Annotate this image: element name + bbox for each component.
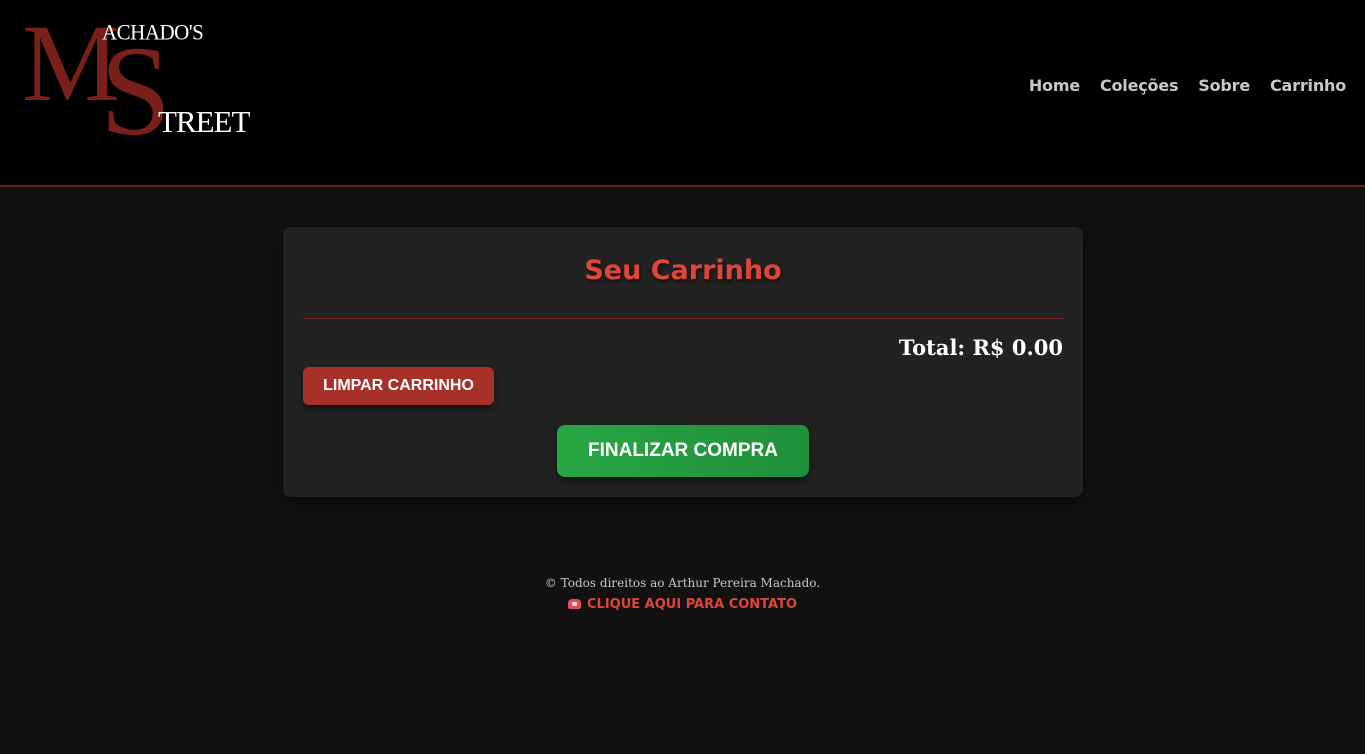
contact-link[interactable]: CLIQUE AQUI PARA CONTATO	[568, 597, 797, 612]
telephone-icon	[568, 599, 581, 609]
nav-sobre[interactable]: Sobre	[1198, 76, 1250, 95]
main-nav: Home Coleções Sobre Carrinho	[1029, 76, 1346, 95]
site-footer: © Todos direitos ao Arthur Pereira Macha…	[0, 574, 1365, 613]
logo-text-top: ACHADO'S	[102, 19, 204, 45]
cart-total: Total: R$ 0.00	[898, 335, 1063, 360]
site-header: M S ACHADO'S TREET Home Coleções Sobre C…	[0, 0, 1365, 187]
clear-cart-button[interactable]: LIMPAR CARRINHO	[303, 367, 494, 405]
cart-panel: Seu Carrinho Total: R$ 0.00 LIMPAR CARRI…	[283, 227, 1083, 497]
cart-title: Seu Carrinho	[584, 255, 782, 286]
contact-link-label: CLIQUE AQUI PARA CONTATO	[587, 597, 797, 612]
copyright-text: © Todos direitos ao Arthur Pereira Macha…	[544, 576, 821, 590]
cart-divider	[303, 318, 1063, 319]
nav-colecoes[interactable]: Coleções	[1100, 76, 1179, 95]
checkout-button[interactable]: FINALIZAR COMPRA	[557, 425, 809, 477]
nav-carrinho[interactable]: Carrinho	[1270, 76, 1346, 95]
site-logo[interactable]: M S ACHADO'S TREET	[22, 8, 250, 155]
nav-home[interactable]: Home	[1029, 76, 1080, 95]
logo-text-bottom: TREET	[158, 104, 250, 139]
